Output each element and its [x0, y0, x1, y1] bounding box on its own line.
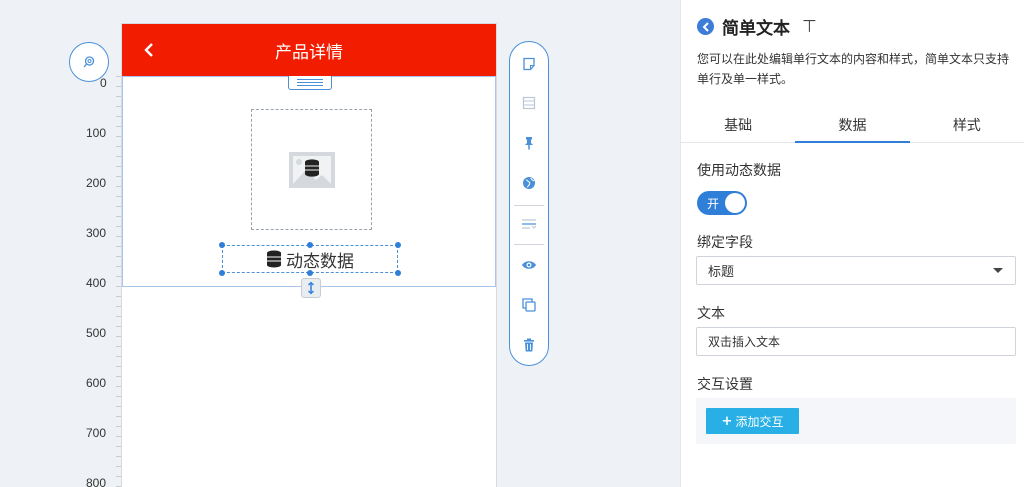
interaction-label: 交互设置 — [697, 377, 753, 393]
text-type-icon: ⊤ — [802, 16, 817, 37]
dynamic-data-toggle[interactable]: 开 — [697, 191, 747, 215]
add-interaction-label: 添加交互 — [735, 414, 784, 429]
database-icon — [267, 250, 281, 268]
canvas-area: 0 100 200 300 400 500 600 700 800 产品详情 动… — [0, 0, 680, 487]
dynamic-text-component[interactable]: 动态数据 — [219, 242, 401, 276]
globe-icon[interactable] — [517, 171, 541, 195]
add-interaction-button[interactable]: + 添加交互 — [706, 408, 799, 434]
image-placeholder[interactable] — [251, 109, 372, 230]
chevron-left-icon — [702, 21, 709, 32]
ruler-label: 200 — [86, 176, 107, 190]
tab-basic[interactable]: 基础 — [681, 113, 795, 142]
resize-handle[interactable] — [307, 270, 313, 276]
bind-field-value: 标题 — [708, 265, 735, 280]
panel-title: 简单文本 — [722, 19, 790, 39]
caret-down-icon — [993, 268, 1003, 273]
ruler-label: 600 — [86, 376, 107, 390]
trash-icon[interactable] — [517, 333, 541, 357]
toggle-label: 开 — [707, 197, 720, 211]
bind-field-label: 绑定字段 — [697, 235, 753, 251]
panel-back-button[interactable] — [697, 18, 714, 35]
vertical-arrows-icon — [308, 281, 314, 295]
ruler-label: 0 — [100, 76, 107, 90]
toolbar-divider — [514, 205, 544, 206]
dynamic-data-label: 使用动态数据 — [697, 163, 781, 179]
ruler-label: 300 — [86, 226, 107, 240]
properties-panel: 简单文本 ⊤ 您可以在此处编辑单行文本的内容和样式，简单文本只支持单行及单一样式… — [680, 0, 1024, 487]
eye-icon[interactable] — [517, 253, 541, 277]
text-input[interactable] — [696, 327, 1016, 356]
panel-tabs: 基础 数据 样式 — [681, 113, 1024, 143]
layout-icon[interactable] — [517, 91, 541, 115]
note-icon[interactable] — [517, 52, 541, 76]
section-height-handle[interactable] — [301, 278, 321, 298]
ruler-label: 700 — [86, 426, 107, 440]
ruler-label: 800 — [86, 476, 107, 487]
vertical-ruler — [104, 76, 122, 487]
tab-data[interactable]: 数据 — [795, 113, 910, 143]
resize-handle[interactable] — [219, 270, 225, 276]
plus-icon: + — [721, 413, 733, 429]
panel-header: 简单文本 ⊤ — [697, 14, 817, 39]
dynamic-text-label: 动态数据 — [286, 251, 354, 272]
ruler-label: 500 — [86, 326, 107, 340]
interaction-box: + 添加交互 — [696, 398, 1016, 444]
resize-handle[interactable] — [219, 242, 225, 248]
text-label: 文本 — [697, 306, 725, 322]
panel-description: 您可以在此处编辑单行文本的内容和样式，简单文本只支持单行及单一样式。 — [697, 52, 1010, 86]
zoom-icon — [83, 56, 95, 68]
section-tag[interactable] — [288, 76, 332, 90]
pin-icon[interactable] — [517, 131, 541, 155]
ruler-label: 100 — [86, 126, 107, 140]
selected-section[interactable]: 动态数据 — [122, 76, 496, 298]
text-align-icon[interactable] — [517, 212, 541, 236]
copy-icon[interactable] — [517, 293, 541, 317]
bind-field-select[interactable]: 标题 — [696, 256, 1016, 285]
back-button[interactable] — [138, 38, 160, 62]
phone-preview: 产品详情 动态数据 — [121, 23, 497, 487]
tab-style[interactable]: 样式 — [910, 113, 1024, 142]
chevron-left-icon — [144, 43, 153, 57]
page-title: 产品详情 — [275, 42, 343, 63]
resize-handle[interactable] — [395, 242, 401, 248]
image-data-icon — [288, 151, 335, 188]
phone-header: 产品详情 — [122, 24, 496, 76]
resize-handle[interactable] — [307, 242, 313, 248]
floating-toolbar — [509, 41, 549, 366]
toggle-knob — [725, 193, 745, 213]
toolbar-divider — [514, 244, 544, 245]
resize-handle[interactable] — [395, 270, 401, 276]
ruler-label: 400 — [86, 276, 107, 290]
